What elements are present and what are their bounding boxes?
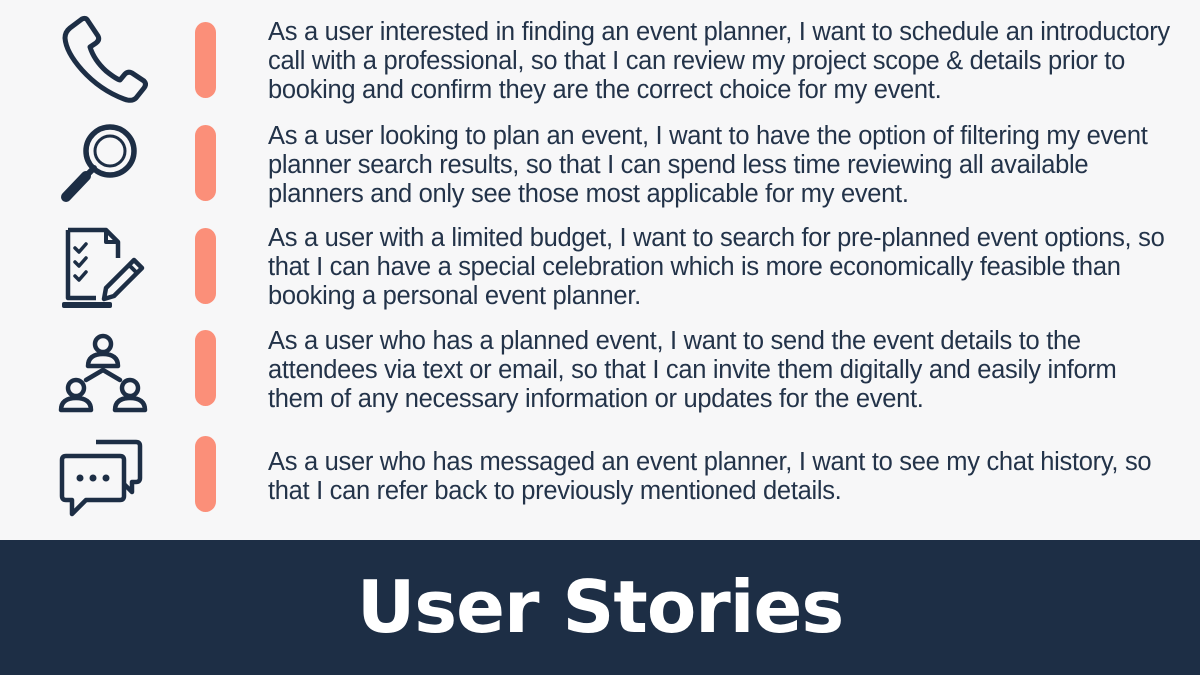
slide: As a user interested in finding an event… (0, 0, 1200, 675)
magnifying-glass-icon (58, 117, 148, 207)
story-item: As a user who has a planned event, I wan… (0, 320, 1200, 420)
story-item: As a user interested in finding an event… (0, 12, 1200, 112)
story-divider (195, 436, 216, 512)
story-text: As a user who has messaged an event plan… (268, 448, 1152, 505)
story-item: As a user with a limited budget, I want … (0, 218, 1200, 318)
chat-bubbles-icon (58, 432, 148, 522)
story-divider (195, 228, 216, 304)
story-item: As a user looking to plan an event, I wa… (0, 115, 1200, 215)
story-divider (195, 125, 216, 201)
people-network-icon (58, 330, 148, 420)
story-text: As a user who has a planned event, I wan… (268, 327, 1117, 413)
story-item: As a user who has messaged an event plan… (0, 430, 1200, 530)
story-divider (195, 330, 216, 406)
page-title: User Stories (356, 565, 844, 649)
story-text: As a user looking to plan an event, I wa… (268, 122, 1148, 208)
title-bar: User Stories (0, 540, 1200, 675)
story-text: As a user interested in finding an event… (268, 18, 1170, 104)
phone-icon (58, 14, 148, 104)
checklist-pencil-icon (58, 224, 148, 314)
story-divider (195, 22, 216, 98)
story-text: As a user with a limited budget, I want … (268, 224, 1165, 310)
